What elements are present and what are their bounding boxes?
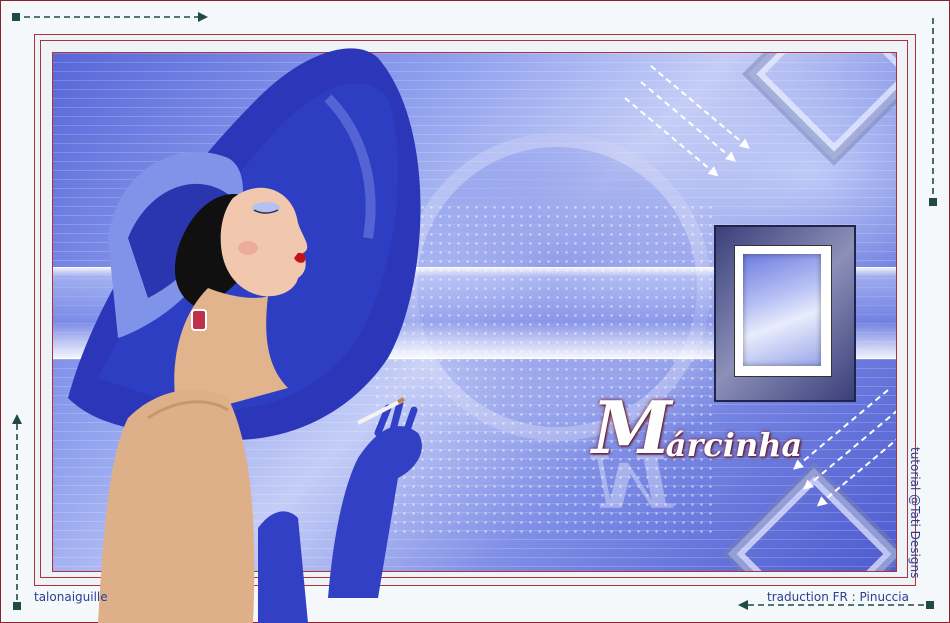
arrow-down-icon [929,18,937,206]
picture-frame [714,225,856,402]
picture-frame-mat [734,245,832,377]
signature-rest: árcinha [665,426,803,464]
signature: Márcinha [592,392,822,472]
woman-illustration [68,48,422,623]
credit-left: talonaiguille [34,590,108,604]
arrow-up-icon [12,414,22,610]
credit-vertical: tutorial @Tati Designs [908,447,922,579]
credit-right: traduction FR : Pinuccia [767,590,909,604]
arrow-right-icon [12,12,208,22]
signature-initial: M [592,385,672,470]
picture-frame-image [743,254,821,366]
